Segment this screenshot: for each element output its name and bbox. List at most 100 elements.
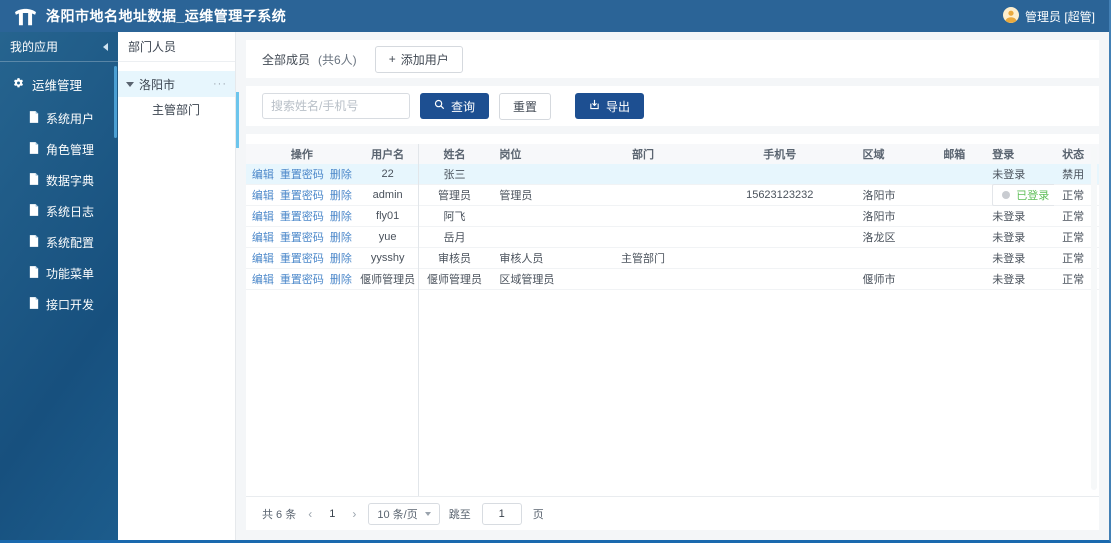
sidebar-item-system-logs[interactable]: 系统日志 (0, 196, 118, 227)
sidebar-item-api-development[interactable]: 接口开发 (0, 289, 118, 320)
prev-page-button[interactable]: ‹ (305, 507, 315, 521)
sidebar-item-label: 功能菜单 (46, 267, 95, 281)
name-cell: 审核员 (438, 253, 471, 265)
login-cell: 未登录 (992, 211, 1026, 223)
next-page-button[interactable]: › (349, 507, 359, 521)
reset-button[interactable]: 重置 (499, 92, 552, 120)
reset-password-link[interactable]: 重置密码 (280, 250, 324, 266)
total-count-label: 共 6 条 (262, 508, 297, 521)
tree-node-more-icon[interactable]: ··· (213, 78, 227, 90)
delete-link[interactable]: 删除 (330, 208, 352, 224)
add-user-label: 添加用户 (400, 52, 449, 67)
tree-node-supervising-dept[interactable]: 主管部门 (118, 97, 235, 123)
table-row[interactable]: 编辑 重置密码 删除 22 张三 未登录 禁用 (246, 164, 1099, 185)
sidebar-item-function-menu[interactable]: 功能菜单 (0, 258, 118, 289)
region-cell: 洛阳市 (862, 190, 896, 202)
sidebar-item-label: 系统用户 (46, 112, 95, 126)
sidebar-scrollbar-thumb[interactable] (114, 66, 117, 138)
login-cell: 未登录 (992, 169, 1026, 181)
delete-link[interactable]: 删除 (330, 166, 352, 182)
login-status-dot (1002, 191, 1011, 199)
table-row[interactable]: 编辑 重置密码 删除 偃师管理员 偃师管理员 区域管理员 偃师市 未登录 正常 (246, 269, 1099, 290)
jump-page-input[interactable] (481, 502, 522, 525)
export-button[interactable]: 导出 (575, 93, 645, 119)
table-scrollbar-track[interactable] (1091, 146, 1097, 490)
delete-link[interactable]: 删除 (330, 250, 352, 266)
username-cell: 偃师管理员 (360, 274, 416, 286)
reset-button-label: 重置 (513, 99, 538, 114)
reset-password-link[interactable]: 重置密码 (280, 208, 324, 224)
delete-link[interactable]: 删除 (330, 271, 352, 287)
username-cell: admin (372, 189, 403, 201)
edit-link[interactable]: 编辑 (252, 166, 274, 182)
table-row[interactable]: 编辑 重置密码 删除 yysshy 审核员 审核人员 主管部门 未登录 正常 (246, 248, 1099, 269)
current-page-number[interactable]: 1 (324, 508, 340, 520)
app-window: 洛阳市地名地址数据_运维管理子系统 管理员 [超管] 我的应用 运维管理 系统用… (0, 0, 1111, 543)
table-row[interactable]: 编辑 重置密码 删除 yue 岳月 洛龙区 未登录 正常 (246, 227, 1099, 248)
edit-link[interactable]: 编辑 (252, 208, 274, 224)
jump-to-label: 跳至 (448, 508, 471, 521)
query-button-label: 查询 (451, 99, 476, 114)
sidebar-item-system-config[interactable]: 系统配置 (0, 227, 118, 258)
sidebar-item-data-dictionary[interactable]: 数据字典 (0, 165, 118, 196)
reset-password-link[interactable]: 重置密码 (280, 229, 324, 245)
page-unit-label: 页 (532, 508, 544, 521)
sidebar-item-label: 系统配置 (46, 236, 95, 250)
panel-scrollbar-thumb[interactable] (236, 92, 239, 148)
sidebar-item-role-management[interactable]: 角色管理 (0, 134, 118, 165)
users-table-panel: 操作 用户名 姓名 岗位 部门 手机号 区域 邮箱 登录 状态 编辑 重置密码 删除… (246, 134, 1099, 530)
position-cell: 管理员 (499, 190, 533, 202)
username-cell: fly01 (376, 210, 400, 222)
edit-link[interactable]: 编辑 (252, 271, 274, 287)
name-cell: 岳月 (443, 232, 466, 244)
delete-link[interactable]: 删除 (330, 187, 352, 203)
sidebar-item-label: 数据字典 (46, 174, 95, 188)
column-header-phone: 手机号 (763, 149, 797, 161)
tree-expand-caret-icon[interactable] (126, 81, 134, 87)
delete-link[interactable]: 删除 (330, 229, 352, 245)
my-apps-bar[interactable]: 我的应用 (0, 32, 118, 62)
username-cell: yue (378, 231, 397, 243)
phone-cell: 15623123232 (746, 189, 814, 201)
logged-in-tag[interactable]: 已登录 (992, 184, 1055, 206)
reset-password-link[interactable]: 重置密码 (280, 166, 324, 182)
row-actions: 编辑 重置密码 删除 (246, 250, 358, 266)
table-row[interactable]: 编辑 重置密码 删除 fly01 阿飞 洛阳市 未登录 正常 (246, 206, 1099, 227)
plus-icon: + (388, 52, 396, 66)
fixed-column-divider (418, 144, 419, 496)
table-row[interactable]: 编辑 重置密码 删除 admin 管理员 管理员 15623123232 洛阳市 已登录 正常 (246, 184, 1099, 206)
file-icon (29, 111, 39, 126)
sidebar-item-system-users[interactable]: 系统用户 (0, 103, 118, 134)
reset-password-link[interactable]: 重置密码 (280, 187, 324, 203)
top-header: 洛阳市地名地址数据_运维管理子系统 管理员 [超管] (0, 0, 1109, 32)
row-actions: 编辑 重置密码 删除 (246, 187, 358, 203)
user-avatar-icon (1002, 6, 1019, 26)
login-status-text: 已登录 (1016, 190, 1050, 202)
app-title: 洛阳市地名地址数据_运维管理子系统 (46, 8, 287, 24)
column-header-position: 岗位 (499, 149, 522, 161)
row-actions: 编辑 重置密码 删除 (246, 208, 358, 224)
tree-node-luoyang[interactable]: 洛阳市 ··· (118, 71, 235, 97)
edit-link[interactable]: 编辑 (252, 250, 274, 266)
reset-password-link[interactable]: 重置密码 (280, 271, 324, 287)
query-button[interactable]: 查询 (420, 93, 490, 119)
members-toolbar: 全部成员 (共6人) + 添加用户 (246, 40, 1099, 78)
file-icon (29, 235, 39, 250)
search-input[interactable] (262, 93, 410, 119)
sidebar-group-ops[interactable]: 运维管理 (0, 62, 118, 103)
add-user-button[interactable]: + 添加用户 (374, 45, 463, 73)
username-cell: 22 (381, 168, 394, 180)
name-cell: 阿飞 (443, 211, 466, 223)
edit-link[interactable]: 编辑 (252, 187, 274, 203)
column-header-login: 登录 (992, 149, 1015, 161)
row-actions: 编辑 重置密码 删除 (246, 229, 358, 245)
edit-link[interactable]: 编辑 (252, 229, 274, 245)
collapse-sidebar-icon[interactable] (103, 42, 108, 51)
name-cell: 张三 (443, 169, 466, 181)
sidebar-group-label: 运维管理 (32, 79, 83, 93)
region-cell: 洛阳市 (862, 211, 896, 223)
column-header-username: 用户名 (371, 149, 405, 161)
page-size-select[interactable]: 10 条/页 (368, 502, 440, 525)
header-user-area[interactable]: 管理员 [超管] (1002, 6, 1095, 26)
login-cell: 未登录 (992, 274, 1026, 286)
